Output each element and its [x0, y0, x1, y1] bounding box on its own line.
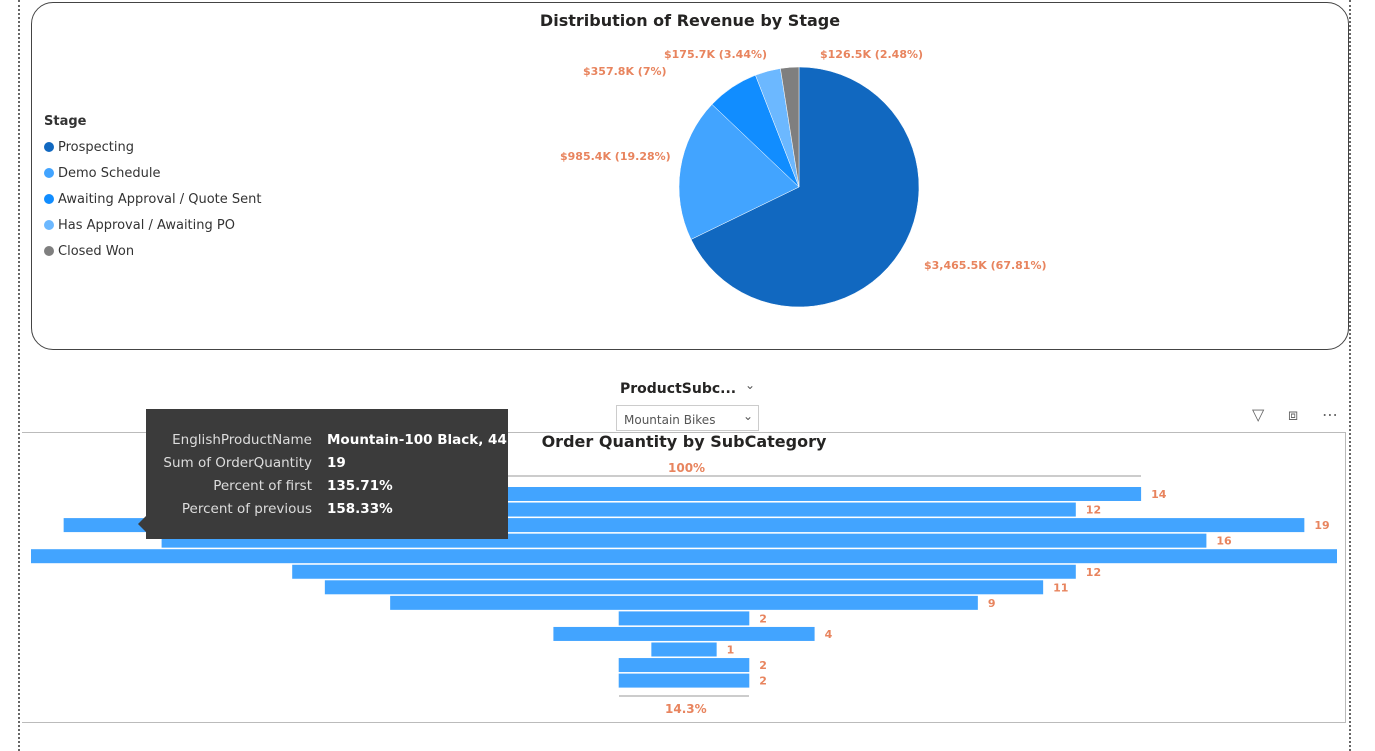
pie-data-label: $175.7K (3.44%)	[664, 48, 768, 61]
funnel-title: Order Quantity by SubCategory	[541, 432, 827, 451]
tooltip-key: Sum of OrderQuantity	[163, 455, 312, 471]
tooltip: EnglishProductName Mountain-100 Black, 44…	[146, 409, 508, 539]
chevron-down-icon[interactable]: ⌄	[745, 378, 755, 392]
tooltip-key: EnglishProductName	[172, 432, 312, 448]
pie-data-label: $3,465.5K (67.81%)	[924, 259, 1047, 272]
filter-icon[interactable]: ▽	[1252, 405, 1264, 424]
tooltip-pointer	[138, 516, 146, 532]
focus-mode-icon[interactable]: ⧈	[1288, 405, 1298, 425]
funnel-bottom-percent: 14.3%	[665, 702, 707, 716]
pie-data-label: $357.8K (7%)	[583, 65, 667, 78]
pie-data-label: $126.5K (2.48%)	[820, 48, 924, 61]
more-options-icon[interactable]: ⋯	[1322, 405, 1338, 424]
slicer-title: ProductSubc...	[620, 381, 737, 397]
tooltip-key: Percent of previous	[181, 501, 312, 517]
funnel-top-percent: 100%	[668, 461, 706, 475]
tooltip-value: 158.33%	[327, 501, 393, 517]
slicer-selected-value: Mountain Bikes	[624, 413, 716, 427]
pie-data-label: $985.4K (19.28%)	[560, 150, 671, 163]
slicer-dropdown[interactable]: Mountain Bikes ⌄	[616, 405, 759, 431]
tooltip-key: Percent of first	[213, 478, 312, 494]
dropdown-chevron-icon: ⌄	[743, 409, 754, 423]
tooltip-value: 19	[327, 455, 346, 471]
tooltip-value: Mountain-100 Black, 44	[327, 432, 507, 448]
tooltip-value: 135.71%	[327, 478, 393, 494]
